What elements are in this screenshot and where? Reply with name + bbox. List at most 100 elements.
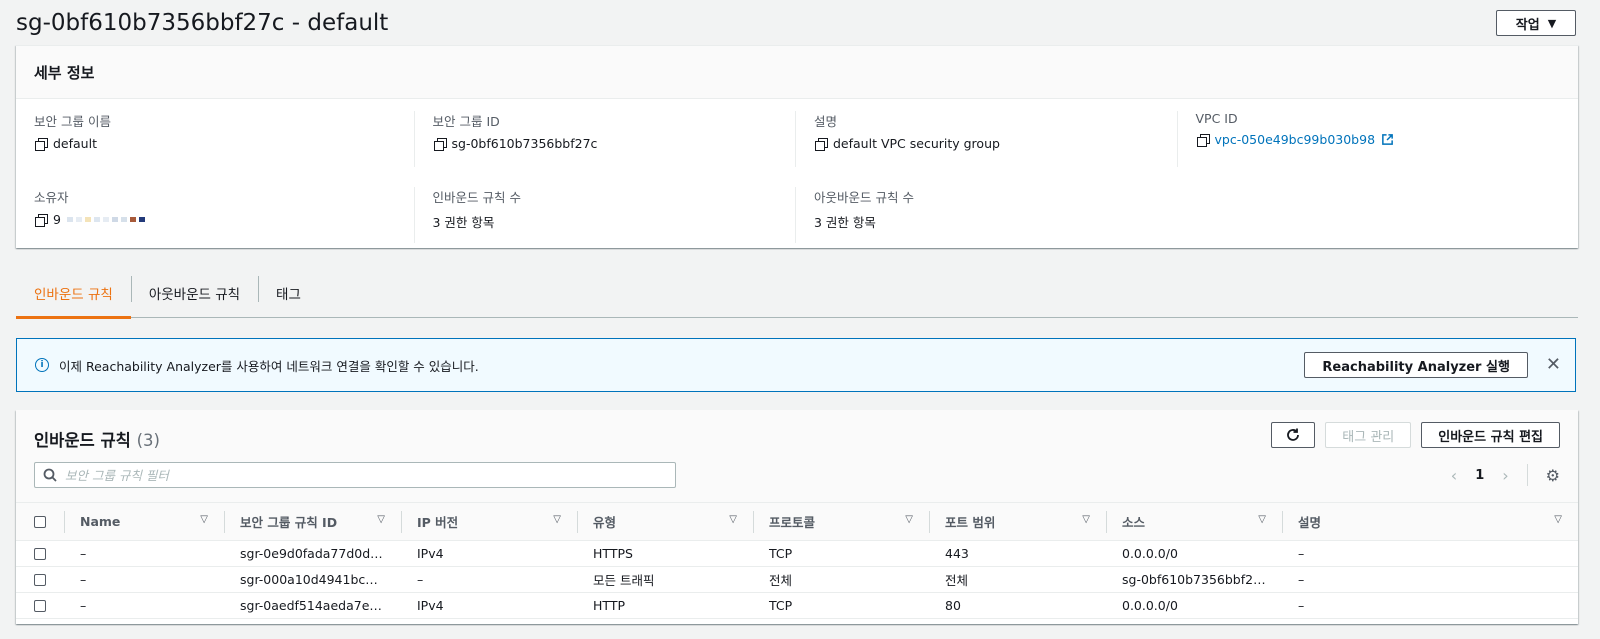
field-value: default VPC security group (833, 136, 1000, 151)
edit-inbound-rules-button[interactable]: 인바운드 규칙 편집 (1421, 422, 1560, 448)
search-icon (43, 468, 57, 482)
field-vpc-id: VPC ID vpc-050e49bc99b030b98 (1176, 111, 1561, 167)
details-heading: 세부 정보 (16, 46, 1578, 99)
table-cell: sg-0bf610b7356bbf27... (1106, 566, 1282, 593)
rules-count: (3) (136, 431, 160, 450)
details-grid: 보안 그룹 이름 default 보안 그룹 ID sg-0bf610b7356… (16, 99, 1578, 243)
table-cell: – (64, 540, 224, 567)
refresh-icon (1287, 428, 1300, 441)
table-cell: 0.0.0.0/0 (1106, 540, 1282, 567)
field-label: 소유자 (34, 190, 69, 205)
field-inbound-rule-count: 인바운드 규칙 수 3 권한 항목 (413, 187, 798, 243)
row-checkbox[interactable] (34, 548, 46, 560)
pagination: ‹ 1 › ⚙ (1451, 462, 1560, 488)
manage-tags-button[interactable]: 태그 관리 (1325, 422, 1412, 448)
field-label: 인바운드 규칙 수 (432, 190, 521, 205)
table-cell: IPv4 (401, 540, 577, 567)
table-header-row: Name ▽ 보안 그룹 규칙 ID ▽ IP 버전 ▽ 유형 ▽ 프로토콜 ▽ 포트 범… (16, 503, 1578, 541)
select-all-checkbox[interactable] (34, 516, 46, 529)
copy-icon[interactable] (433, 137, 447, 151)
tab-inbound-rules[interactable]: 인바운드 규칙 (16, 268, 131, 319)
tab-outbound-rules[interactable]: 아웃바운드 규칙 (130, 268, 258, 317)
sort-icon[interactable]: ▽ (1082, 514, 1090, 525)
table-row[interactable]: – sgr-0e9d0fada77d0d23e IPv4 HTTPS TCP 4… (16, 540, 1578, 567)
row-select-cell (16, 540, 64, 567)
row-checkbox[interactable] (34, 574, 46, 586)
search-input[interactable] (65, 467, 675, 483)
details-panel: 세부 정보 보안 그룹 이름 default 보안 그룹 ID sg-0bf61… (16, 45, 1578, 248)
row-select-cell (16, 566, 64, 593)
vpc-link[interactable]: vpc-050e49bc99b030b98 (1215, 132, 1376, 147)
actions-button[interactable]: 작업 ▼ (1496, 10, 1576, 36)
copy-icon[interactable] (814, 137, 828, 151)
column-header[interactable]: 소스 ▽ (1106, 503, 1282, 541)
copy-icon[interactable] (34, 213, 48, 227)
table-cell: – (1282, 540, 1578, 567)
column-header[interactable]: 포트 범위 ▽ (929, 503, 1106, 541)
copy-icon[interactable] (1196, 133, 1210, 147)
row-checkbox[interactable] (34, 600, 46, 612)
field-label: 아웃바운드 규칙 수 (814, 190, 914, 205)
page-title: sg-0bf610b7356bbf27c - default (16, 10, 389, 36)
refresh-button[interactable] (1271, 422, 1316, 448)
tab-tags[interactable]: 태그 (258, 268, 319, 317)
external-link-icon[interactable] (1381, 133, 1394, 146)
info-icon: i (35, 358, 49, 372)
tab-bar: 인바운드 규칙 아웃바운드 규칙 태그 (16, 268, 1578, 319)
table-cell: 모든 트래픽 (577, 566, 753, 593)
column-header[interactable]: Name ▽ (64, 503, 224, 541)
info-alert: i 이제 Reachability Analyzer를 사용하여 네트워크 연결… (16, 338, 1576, 392)
field-value: 9 (53, 212, 61, 227)
table-cell: HTTP (577, 592, 753, 619)
field-value: sg-0bf610b7356bbf27c (451, 136, 598, 151)
table-row[interactable]: – sgr-0aedf514aeda7ebee IPv4 HTTP TCP 80… (16, 592, 1578, 619)
column-header[interactable]: IP 버전 ▽ (401, 503, 577, 541)
sort-icon[interactable]: ▽ (729, 514, 737, 525)
page-number[interactable]: 1 (1475, 468, 1484, 483)
column-header[interactable]: 보안 그룹 규칙 ID ▽ (224, 503, 401, 541)
actions-button-label: 작업 (1515, 17, 1540, 33)
sort-icon[interactable]: ▽ (905, 514, 913, 525)
table-cell: 0.0.0.0/0 (1106, 592, 1282, 619)
copy-icon[interactable] (34, 137, 48, 151)
sort-icon[interactable]: ▽ (377, 514, 385, 525)
field-label: 설명 (814, 114, 838, 129)
table-cell: TCP (753, 592, 929, 619)
pager-divider (1526, 464, 1528, 486)
redacted-owner-id (66, 217, 145, 222)
chevron-right-icon[interactable]: › (1502, 466, 1508, 485)
page-header: sg-0bf610b7356bbf27c - default 작업 ▼ (16, 6, 1584, 40)
table-cell: sgr-000a10d4941bc1c... (224, 566, 401, 593)
column-header[interactable]: 유형 ▽ (577, 503, 753, 541)
sort-icon[interactable]: ▽ (200, 514, 208, 525)
field-outbound-rule-count: 아웃바운드 규칙 수 3 권한 항목 (795, 187, 1179, 243)
column-label: 보안 그룹 규칙 ID (240, 514, 338, 530)
rules-title: 인바운드 규칙 (3) (34, 427, 160, 451)
column-header[interactable]: 프로토콜 ▽ (753, 503, 929, 541)
table-cell: sgr-0e9d0fada77d0d23e (224, 540, 401, 567)
field-value: default (53, 136, 97, 151)
chevron-left-icon[interactable]: ‹ (1451, 466, 1457, 485)
table-cell: HTTPS (577, 540, 753, 567)
rules-title-text: 인바운드 규칙 (34, 431, 131, 450)
column-header[interactable]: 설명 ▽ (1282, 503, 1578, 541)
sort-icon[interactable]: ▽ (1554, 514, 1562, 525)
column-label: 설명 (1298, 514, 1322, 530)
column-label: Name (80, 513, 121, 529)
column-label: IP 버전 (417, 514, 459, 530)
field-value: 3 권한 항목 (432, 215, 495, 230)
sort-icon[interactable]: ▽ (553, 514, 561, 525)
sort-icon[interactable]: ▽ (1258, 514, 1266, 525)
close-icon[interactable]: ✕ (1546, 356, 1561, 374)
search-box[interactable] (34, 462, 676, 488)
table-cell: 443 (929, 540, 1106, 567)
column-label: 프로토콜 (769, 514, 816, 530)
inbound-rules-panel: 인바운드 규칙 (3) 태그 관리 인바운드 규칙 편집 ‹ 1 › (16, 410, 1578, 624)
gear-icon[interactable]: ⚙ (1546, 466, 1560, 485)
table-row[interactable]: – sgr-000a10d4941bc1c... – 모든 트래픽 전체 전체 … (16, 566, 1578, 593)
run-reachability-analyzer-button[interactable]: Reachability Analyzer 실행 (1304, 352, 1528, 378)
table-cell: – (1282, 592, 1578, 619)
field-value: 3 권한 항목 (814, 215, 876, 230)
select-all-cell (16, 503, 64, 541)
table-cell: TCP (753, 540, 929, 567)
